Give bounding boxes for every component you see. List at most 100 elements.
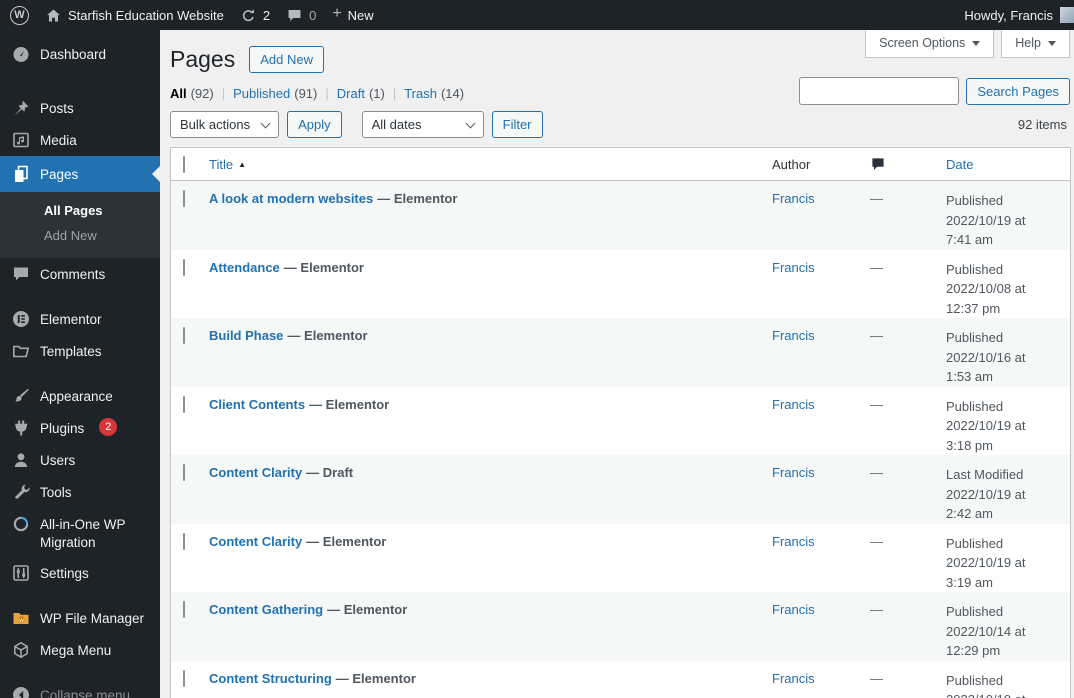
filter-button[interactable]: Filter: [491, 111, 543, 138]
row-checkbox[interactable]: [183, 669, 185, 687]
date-status: Published: [946, 261, 1004, 277]
author-link[interactable]: Francis: [772, 671, 815, 686]
updates-icon: [242, 8, 254, 21]
filter-link-trash[interactable]: Trash: [404, 86, 437, 101]
sidebar-item-wp-file-manager[interactable]: w WP File Manager: [0, 602, 160, 634]
avatar[interactable]: [1060, 7, 1074, 23]
sidebar-item-label: Posts: [40, 101, 74, 116]
row-checkbox[interactable]: [183, 532, 185, 550]
new-content-menu[interactable]: + New: [324, 0, 381, 30]
filter-link-published[interactable]: Published: [233, 86, 290, 101]
page-title-link[interactable]: Build Phase: [209, 328, 283, 343]
bulk-actions-select[interactable]: Bulk actions: [170, 111, 280, 138]
home-icon: [47, 9, 60, 21]
author-link[interactable]: Francis: [772, 328, 815, 343]
comments-menu[interactable]: 0: [278, 0, 324, 30]
sidebar-item-elementor[interactable]: Elementor: [0, 303, 160, 335]
site-link[interactable]: Starfish Education Website: [37, 0, 232, 30]
help-tab[interactable]: Help: [1001, 30, 1070, 58]
row-checkbox[interactable]: [183, 327, 185, 344]
sidebar-item-collapse-menu[interactable]: Collapse menu: [0, 679, 160, 698]
submenu-item-all-pages[interactable]: All Pages: [0, 198, 160, 223]
sidebar-item-users[interactable]: Users: [0, 444, 160, 476]
date-value: 2022/10/19 at 7:41 am: [946, 212, 1026, 248]
sidebar-item-label: Plugins: [40, 421, 85, 436]
post-state: — Elementor: [287, 328, 368, 343]
plus-icon: +: [332, 5, 342, 22]
plugins-update-badge: 2: [99, 418, 118, 436]
wordpress-logo-menu[interactable]: W: [2, 0, 37, 30]
submenu-item-add-new[interactable]: Add New: [0, 223, 160, 248]
page-title-link[interactable]: Content Gathering: [209, 602, 323, 617]
row-checkbox[interactable]: [183, 395, 185, 413]
sidebar-item-label: Users: [40, 453, 76, 468]
page-title-link[interactable]: Content Clarity: [209, 534, 302, 549]
add-new-button[interactable]: Add New: [249, 46, 324, 73]
page-title-link[interactable]: Content Structuring: [209, 671, 332, 686]
sidebar-item-tools[interactable]: Tools: [0, 476, 160, 508]
row-checkbox[interactable]: [183, 190, 185, 207]
sidebar-item-plugins[interactable]: Plugins 2: [0, 412, 160, 444]
sidebar-item-all-in-one-wp-migration[interactable]: All-in-One WP Migration: [0, 508, 160, 557]
sidebar-item-mega-menu[interactable]: Mega Menu: [0, 634, 160, 666]
pages-submenu: All Pages Add New: [0, 192, 160, 258]
table-row: Attendance — Elementor Francis — Publishe…: [171, 250, 1070, 319]
screen-options-tab[interactable]: Screen Options: [865, 30, 995, 58]
post-state: — Elementor: [283, 259, 364, 275]
author-link[interactable]: Francis: [772, 534, 815, 549]
row-checkbox[interactable]: [183, 601, 185, 618]
date-value: 2022/10/19 at 2:42 am: [946, 486, 1026, 522]
sidebar-item-appearance[interactable]: Appearance: [0, 380, 160, 412]
row-checkbox[interactable]: [183, 464, 185, 481]
date-value: 2022/10/19 at 3:18 pm: [946, 418, 1026, 453]
cube-icon: [14, 642, 28, 659]
admin-sidebar: Dashboard Posts Media Pages All Pages Ad…: [0, 30, 160, 698]
sidebar-item-dashboard[interactable]: Dashboard: [0, 38, 160, 70]
items-count: 92 items: [1017, 117, 1067, 132]
sidebar-item-label: Dashboard: [40, 47, 107, 62]
file-manager-folder-icon: w: [13, 613, 29, 625]
plugin-icon: [15, 420, 28, 436]
column-header-title[interactable]: Title: [209, 157, 233, 172]
filter-count: (92): [190, 86, 214, 101]
table-row: Client Contents — Elementor Francis — Pub…: [171, 387, 1070, 456]
column-header-author: Author: [772, 156, 811, 172]
updates-menu[interactable]: 2: [232, 0, 278, 30]
author-link[interactable]: Francis: [772, 260, 815, 275]
sidebar-item-posts[interactable]: Posts: [0, 92, 160, 124]
search-pages-button[interactable]: Search Pages: [966, 77, 1070, 105]
author-link[interactable]: Francis: [772, 191, 815, 206]
date-status: Published: [946, 535, 1004, 551]
search-input[interactable]: [799, 77, 960, 105]
site-name: Starfish Education Website: [68, 7, 224, 23]
howdy-account-menu[interactable]: Howdy, Francis: [964, 8, 1053, 23]
sidebar-item-settings[interactable]: Settings: [0, 557, 160, 589]
sidebar-item-pages[interactable]: Pages: [0, 156, 160, 192]
post-state: — Elementor: [327, 602, 408, 617]
svg-text:w: w: [18, 617, 24, 624]
comment-count: —: [870, 328, 883, 343]
sidebar-item-media[interactable]: Media: [0, 124, 160, 156]
date-status: Published: [946, 398, 1004, 414]
table-header-row: Title ▲ Author Date: [171, 148, 1070, 181]
row-checkbox[interactable]: [183, 258, 185, 276]
author-link[interactable]: Francis: [772, 397, 815, 412]
page-title-link[interactable]: Attendance: [209, 260, 280, 275]
comment-count: —: [870, 465, 883, 480]
select-all-checkbox[interactable]: [183, 155, 185, 173]
author-link[interactable]: Francis: [772, 465, 815, 480]
date-filter-select[interactable]: All dates: [361, 111, 484, 138]
sidebar-item-comments[interactable]: Comments: [0, 258, 160, 290]
author-link[interactable]: Francis: [772, 602, 815, 617]
paintbrush-icon: [15, 388, 29, 402]
sort-asc-icon: ▲: [238, 159, 246, 169]
page-title-link[interactable]: Content Clarity: [209, 465, 302, 480]
page-title-link[interactable]: Client Contents: [209, 397, 305, 412]
sidebar-item-templates[interactable]: Templates: [0, 335, 160, 367]
filter-link-draft[interactable]: Draft: [337, 86, 365, 101]
page-title-link[interactable]: A look at modern websites: [209, 191, 373, 206]
filter-link-all[interactable]: All: [170, 86, 187, 101]
apply-button[interactable]: Apply: [287, 111, 342, 138]
column-header-date[interactable]: Date: [946, 157, 973, 172]
comment-count: —: [870, 533, 883, 549]
